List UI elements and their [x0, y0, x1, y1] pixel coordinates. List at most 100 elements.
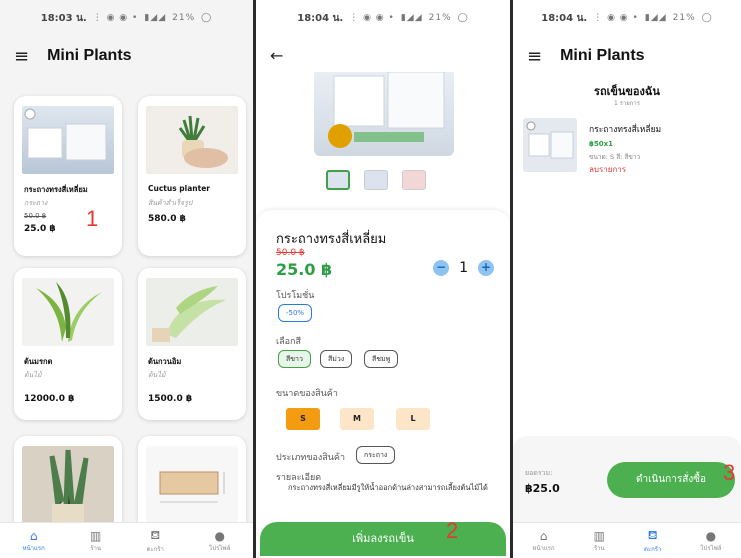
cart-item-image: [523, 118, 577, 172]
product-image: [22, 106, 114, 174]
back-arrow-icon[interactable]: ←: [270, 46, 283, 65]
store-icon: ▥: [90, 528, 102, 543]
product-card-cactus-planter[interactable]: Cuctus planter สินค้าสำเร็จรูป 580.0 ฿: [138, 96, 246, 256]
product-name: Cuctus planter: [148, 184, 210, 193]
promo-label: โปรโมชั่น: [276, 291, 315, 301]
notification-icons: ⋮ ◉ ◉ •: [349, 13, 395, 23]
nav-home-label: หน้าแรก: [22, 544, 45, 552]
status-bar: 18:04 น. ⋮ ◉ ◉ • ▮◢◢ 21% ◯: [256, 0, 510, 36]
notification-icons: ⋮ ◉ ◉ •: [593, 13, 639, 23]
battery-icon: ◯: [701, 13, 713, 23]
nav-shop[interactable]: ▥ ร้าน: [594, 529, 605, 553]
nav-shop[interactable]: ▥ ร้าน: [90, 529, 101, 553]
battery-icon: ◯: [201, 13, 213, 23]
product-card-snake-plant[interactable]: [14, 436, 122, 536]
image-thumbnails: [326, 170, 426, 190]
total-label: ยอดรวม:: [525, 469, 553, 477]
cart-item-variant: ขนาด: S สี: สีขาว: [589, 153, 641, 161]
product-old-price: 50.0 ฿: [276, 248, 305, 258]
product-image: [146, 446, 238, 526]
status-time: 18:04 น.: [541, 12, 588, 24]
product-image: [22, 278, 114, 346]
nav-shop-label: ร้าน: [593, 544, 605, 552]
battery-level: 21%: [172, 13, 196, 23]
nav-profile-label: โปรไฟล์: [209, 544, 231, 552]
add-to-cart-button[interactable]: เพิ่มลงรถเข็น: [260, 522, 506, 556]
home-icon: ⌂: [539, 528, 548, 543]
size-label: ขนาดของสินค้า: [276, 389, 338, 399]
product-price: 1500.0 ฿: [148, 394, 193, 404]
nav-cart[interactable]: ⛾ ตะกร้า: [147, 528, 164, 554]
person-icon: ●: [705, 528, 717, 543]
signal-icon: ▮◢◢: [400, 13, 423, 23]
product-name: กระถางทรงสี่เหลี่ยม: [276, 232, 387, 247]
nav-profile[interactable]: ● โปรไฟล์: [700, 529, 721, 553]
product-price: 580.0 ฿: [148, 214, 186, 224]
product-price: 25.0 ฿: [276, 260, 333, 279]
minus-icon[interactable]: −: [433, 260, 450, 276]
store-icon: ▥: [593, 528, 605, 543]
color-option-white[interactable]: สีขาว: [278, 350, 311, 368]
color-label: เลือกสี: [276, 337, 301, 347]
battery-level: 21%: [672, 13, 696, 23]
nav-cart[interactable]: ⛾ ตะกร้า: [644, 528, 661, 554]
nav-cart-label: ตะกร้า: [146, 545, 164, 553]
checkout-bar: ยอดรวม: ฿25.0 ดำเนินการสั่งซื้อ: [513, 436, 741, 522]
product-category: ต้นไม้: [24, 371, 42, 379]
quantity-value: 1: [459, 260, 468, 276]
product-info-sheet: กระถางทรงสี่เหลี่ยม 50.0 ฿ 25.0 ฿ − 1 + …: [256, 210, 510, 558]
menu-icon[interactable]: ≡: [527, 46, 542, 67]
product-card-planter-box[interactable]: [138, 436, 246, 536]
bottom-nav: ⌂ หน้าแรก ▥ ร้าน ⛾ ตะกร้า ● โปรไฟล์: [513, 522, 741, 558]
color-option-purple[interactable]: สีม่วง: [320, 350, 353, 368]
product-description: กระถางทรงสี่เหลี่ยมมีรูให้น้ำออกด้านล่าง…: [288, 483, 488, 492]
plus-icon[interactable]: +: [478, 260, 494, 276]
nav-home[interactable]: ⌂ หน้าแรก: [23, 529, 45, 553]
product-card-marakot[interactable]: ต้นมรกต ต้นไม้ 12000.0 ฿: [14, 268, 122, 420]
home-screen: 18:03 น. ⋮ ◉ ◉ • ▮◢◢ 21% ◯ ≡ Mini Plants…: [0, 0, 253, 558]
color-option-pink[interactable]: สีชมพู: [364, 350, 399, 368]
nav-profile[interactable]: ● โปรไฟล์: [209, 529, 230, 553]
cart-screen: 18:04 น. ⋮ ◉ ◉ • ▮◢◢ 21% ◯ ≡ Mini Plants…: [513, 0, 741, 558]
battery-level: 21%: [428, 13, 452, 23]
promo-chip: -50%: [278, 304, 313, 322]
product-image: [22, 446, 114, 526]
signal-icon: ▮◢◢: [144, 13, 167, 23]
nav-profile-label: โปรไฟล์: [700, 544, 722, 552]
checkout-button[interactable]: ดำเนินการสั่งซื้อ: [607, 462, 735, 498]
product-name: ต้นกวนอิม: [148, 357, 182, 366]
size-option-l[interactable]: L: [396, 408, 430, 430]
type-label: ประเภทของสินค้า: [276, 453, 345, 463]
product-category: ต้นไม้: [148, 371, 166, 379]
nav-home[interactable]: ⌂ หน้าแรก: [532, 529, 554, 553]
basket-icon: ⛾: [647, 527, 658, 542]
person-icon: ●: [214, 528, 225, 543]
thumbnail-1[interactable]: [326, 170, 350, 190]
nav-home-label: หน้าแรก: [532, 544, 555, 552]
product-price: 25.0 ฿: [24, 224, 56, 234]
product-name: กระถางทรงสี่เหลี่ยม: [24, 185, 88, 194]
status-bar: 18:04 น. ⋮ ◉ ◉ • ▮◢◢ 21% ◯: [513, 0, 741, 36]
product-card-square-pot[interactable]: กระถางทรงสี่เหลี่ยม กระถาง 50.0 ฿ 25.0 ฿: [14, 96, 122, 256]
product-hero-image: [314, 72, 454, 156]
product-card-kuan-im[interactable]: ต้นกวนอิม ต้นไม้ 1500.0 ฿: [138, 268, 246, 420]
app-title: Mini Plants: [47, 47, 132, 64]
nav-cart-label: ตะกร้า: [643, 545, 662, 553]
product-image: [146, 106, 238, 174]
thumbnail-3[interactable]: [402, 170, 426, 190]
size-option-m[interactable]: M: [340, 408, 374, 430]
size-option-s[interactable]: S: [286, 408, 320, 430]
app-bar: ≡ Mini Plants: [0, 36, 253, 76]
type-chip: กระถาง: [356, 446, 396, 464]
product-category: สินค้าสำเร็จรูป: [148, 199, 193, 207]
remove-item-link[interactable]: ลบรายการ: [589, 163, 626, 176]
home-icon: ⌂: [29, 528, 38, 543]
menu-icon[interactable]: ≡: [14, 46, 29, 67]
thumbnail-2[interactable]: [364, 170, 388, 190]
status-time: 18:03 น.: [40, 12, 87, 24]
step-marker: 3: [723, 460, 736, 485]
total-value: ฿25.0: [525, 482, 560, 495]
app-bar: ≡ Mini Plants: [513, 36, 741, 76]
battery-icon: ◯: [457, 13, 469, 23]
product-category: กระถาง: [24, 199, 48, 207]
